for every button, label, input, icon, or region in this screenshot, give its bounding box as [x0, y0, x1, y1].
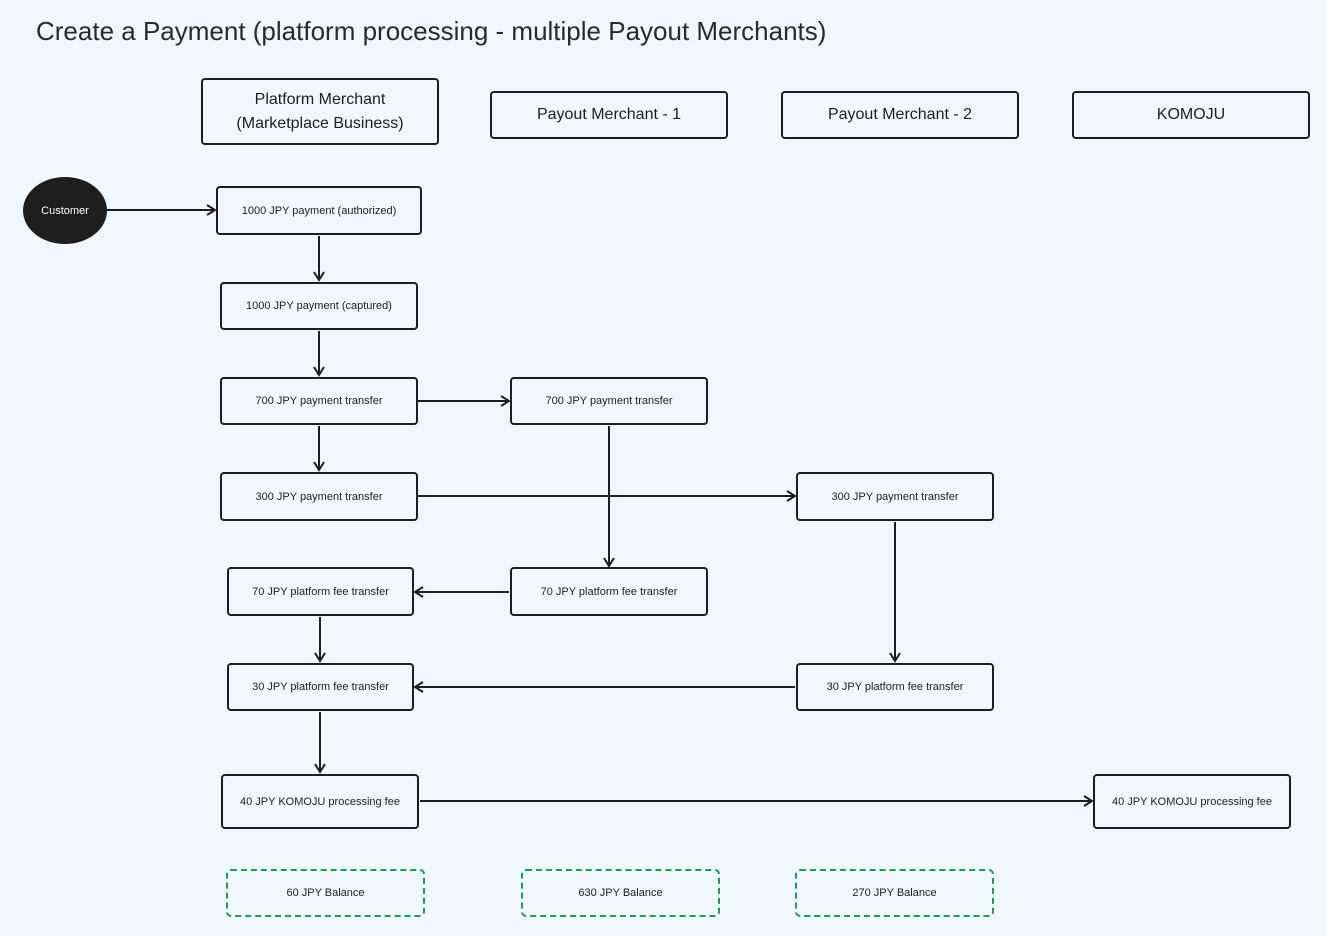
connector-layer [107, 204, 1094, 807]
